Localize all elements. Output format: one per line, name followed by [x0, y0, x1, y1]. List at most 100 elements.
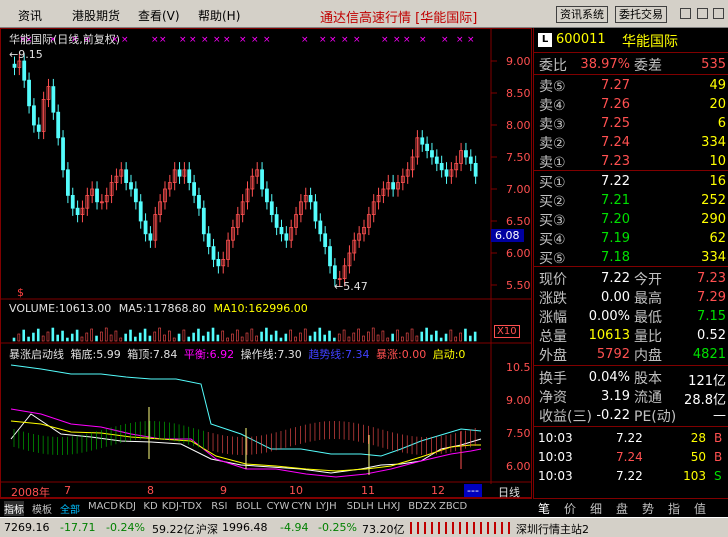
- month-axis: 2008年 7 8 9 10 11 12 --- 日线: [1, 484, 531, 499]
- order-row[interactable]: 卖③ 7.25 6: [534, 114, 728, 133]
- order-volume: 62: [709, 231, 726, 246]
- indicator-tab[interactable]: CYN: [291, 501, 311, 512]
- order-row[interactable]: 买⑤ 7.18 334: [534, 248, 728, 267]
- stock-name: 华能国际: [622, 34, 678, 50]
- index1-pct: -0.24%: [106, 521, 145, 534]
- ind-operation: 操作线:7.30: [240, 348, 302, 361]
- order-level: 买②: [539, 194, 566, 210]
- indicator-tab[interactable]: LYJH: [316, 501, 337, 512]
- stat-value: 7.23: [697, 271, 726, 286]
- index2-value: 1996.48: [222, 521, 268, 534]
- low-marker: ←5.47: [334, 280, 368, 293]
- candle-body: [439, 162, 444, 171]
- price-axis: 9.00 8.50 8.00 7.50 7.00 6.50 6.00 5.50: [491, 55, 531, 292]
- indicator-tab[interactable]: 全部: [60, 501, 80, 516]
- indicator-tab[interactable]: KDJ: [119, 501, 136, 512]
- order-volume: 252: [701, 193, 726, 208]
- indicator-tick-label: 6.00: [506, 460, 531, 473]
- indicator-tab[interactable]: ZBCD: [439, 501, 467, 512]
- indicator-tab[interactable]: CYW: [267, 501, 290, 512]
- price-tick-label: 6.50: [506, 215, 531, 228]
- indicator-tick-label: 7.50: [506, 427, 531, 440]
- volume-bar: [313, 331, 317, 342]
- candle-body: [177, 169, 182, 177]
- volume-bar: [444, 333, 448, 342]
- volume-bar: [274, 330, 278, 342]
- order-level: 买③: [539, 213, 566, 229]
- quote-tab[interactable]: 细: [590, 500, 602, 517]
- indicator-tab[interactable]: BOLL: [236, 501, 262, 512]
- order-row[interactable]: 买③ 7.20 290: [534, 210, 728, 229]
- indicator-tab[interactable]: KD: [143, 501, 157, 512]
- scroll-handle[interactable]: ---: [464, 484, 482, 497]
- news-system-button[interactable]: 资讯系统: [556, 6, 608, 23]
- volume-bar: [221, 330, 225, 342]
- volume-legend: VOLUME:10613.00 MA5:117868.80 MA10:16299…: [9, 302, 308, 315]
- stat-label: 涨跌: [539, 291, 567, 307]
- indicator-tick-label: 9.00: [506, 394, 531, 407]
- menu-view[interactable]: 查看(V): [138, 7, 180, 24]
- order-row[interactable]: 卖⑤ 7.27 49: [534, 76, 728, 95]
- order-row[interactable]: 卖② 7.24 334: [534, 133, 728, 152]
- minimize-icon[interactable]: [680, 8, 691, 19]
- candle-body: [192, 182, 197, 196]
- order-row[interactable]: 买① 7.22 16: [534, 172, 728, 191]
- indicator-tab[interactable]: 指标: [4, 501, 24, 516]
- volume-bar: [129, 329, 132, 342]
- signal-marker: ×: [341, 35, 349, 45]
- quote-tab[interactable]: 盘: [616, 500, 628, 517]
- trade-button[interactable]: 委托交易: [615, 6, 667, 23]
- ma5-value: MA5:117868.80: [118, 302, 206, 315]
- index2-change: -4.94: [280, 521, 309, 534]
- order-row[interactable]: 卖④ 7.26 20: [534, 95, 728, 114]
- menu-hk-futures[interactable]: 港股期货: [72, 7, 120, 24]
- order-row[interactable]: 买④ 7.19 62: [534, 229, 728, 248]
- indicator-tab[interactable]: MACD: [88, 501, 118, 512]
- menu-news[interactable]: 资讯: [18, 7, 42, 24]
- volume-value: VOLUME:10613.00: [9, 302, 112, 315]
- stat-value: 7.15: [697, 309, 726, 324]
- order-row[interactable]: 买② 7.21 252: [534, 191, 728, 210]
- stock-header: L 600011 华能国际: [536, 31, 727, 50]
- indicator-tab[interactable]: BDZX: [408, 501, 436, 512]
- signal-marker: ×: [403, 35, 411, 45]
- indicator-tab[interactable]: RSI: [211, 501, 227, 512]
- indicator-tab[interactable]: 模板: [32, 501, 52, 516]
- chart-canvas: 9.00 8.50 8.00 7.50 7.00 6.50 6.00 5.50 10.50 9.…: [1, 29, 531, 484]
- candle-body: [143, 220, 148, 235]
- indicator-tab[interactable]: KDJ-TDX: [162, 501, 202, 512]
- candle-body: [444, 169, 449, 177]
- volume-bar: [337, 333, 341, 342]
- menu-help[interactable]: 帮助(H): [198, 7, 240, 24]
- index1-amount: 59.22亿: [152, 523, 195, 536]
- quote-tab[interactable]: 笔: [538, 500, 550, 517]
- stat-label: 外盘: [539, 348, 567, 364]
- quote-tab[interactable]: 值: [694, 500, 706, 517]
- signal-marker: ×: [263, 35, 271, 45]
- candle-body: [133, 188, 138, 203]
- ma10-value: MA10:162996.00: [213, 302, 308, 315]
- signal-marker: ×: [159, 35, 167, 45]
- signal-marker: ×: [319, 35, 327, 45]
- kline-chart-panel[interactable]: 9.00 8.50 8.00 7.50 7.00 6.50 6.00 5.50 10.50 9.…: [0, 28, 532, 499]
- close-icon[interactable]: [713, 8, 724, 19]
- quote-tab[interactable]: 指: [668, 500, 680, 517]
- indicator-tab[interactable]: LHXJ: [377, 501, 400, 512]
- stat-value: 4821: [692, 347, 726, 362]
- volume-bar: [104, 327, 108, 342]
- month-label: 9: [220, 484, 227, 497]
- signal-marker: ×: [419, 35, 427, 45]
- stat-value: —: [713, 408, 726, 423]
- tick-side: S: [714, 469, 722, 483]
- volume-bar: [415, 335, 419, 342]
- quote-tab[interactable]: 势: [642, 500, 654, 517]
- order-row[interactable]: 卖① 7.23 10: [534, 152, 728, 171]
- app-title: 通达信高速行情 [华能国际]: [320, 11, 478, 26]
- indicator-tab[interactable]: SDLH: [347, 501, 374, 512]
- signal-marker: ×: [353, 35, 361, 45]
- quote-tab[interactable]: 价: [564, 500, 576, 517]
- volume-bar: [168, 330, 171, 342]
- restore-icon[interactable]: [697, 8, 708, 19]
- volume-bar: [245, 332, 249, 342]
- volume-bar: [269, 334, 273, 342]
